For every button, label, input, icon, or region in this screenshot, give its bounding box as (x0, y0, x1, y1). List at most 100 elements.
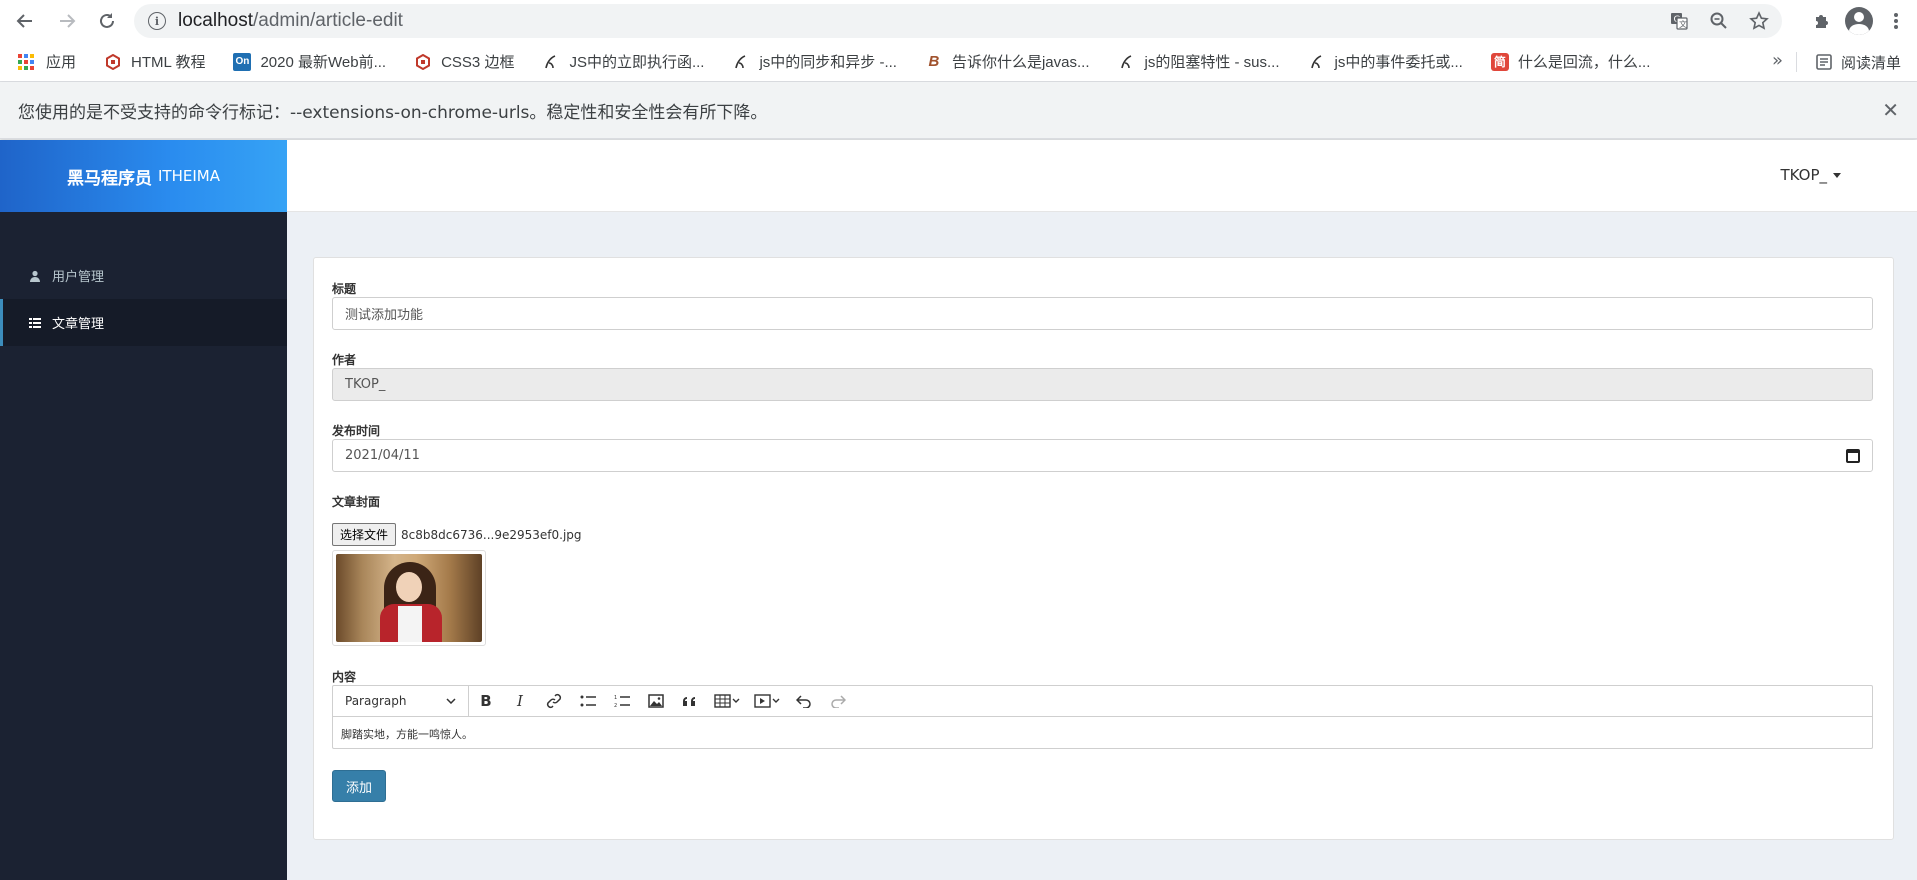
bookmark-item[interactable]: On 2020 最新Web前... (233, 51, 386, 72)
bookmark-item[interactable]: js中的同步和异步 -... (732, 51, 897, 72)
bookmarks-more-button[interactable]: » (1772, 50, 1783, 71)
reading-list-icon (1816, 54, 1832, 70)
add-button[interactable]: 添加 (332, 770, 386, 802)
paragraph-format-select[interactable]: Paragraph (333, 685, 469, 717)
jian-icon: 简 (1490, 52, 1509, 71)
url-host: localhost (178, 10, 253, 31)
caret-down-icon (1833, 172, 1841, 178)
sidebar-item-label: 用户管理 (52, 270, 105, 285)
svg-text:2: 2 (614, 703, 617, 708)
bookmark-item[interactable]: js中的事件委托或... (1308, 51, 1463, 72)
content-label: 内容 (332, 670, 357, 684)
address-bar[interactable]: i localhost/admin/article-edit G文 (134, 4, 1782, 38)
bulleted-list-icon[interactable] (571, 686, 605, 717)
runoob-icon (414, 53, 432, 71)
user-icon (28, 269, 42, 283)
logo[interactable]: 黑马程序员 ITHEIMA (0, 140, 287, 212)
editor-text: 脚踏实地，方能一鸣惊人。 (341, 728, 473, 741)
editor-content[interactable]: 脚踏实地，方能一鸣惊人。 (333, 717, 1872, 751)
reload-button[interactable] (92, 6, 122, 36)
rich-text-editor: Paragraph B I 12 脚踏实地，方能一鸣惊人。 (332, 685, 1873, 749)
title-label: 标题 (332, 282, 357, 296)
arrow-left-icon (16, 14, 32, 28)
image-icon[interactable] (639, 686, 673, 717)
cover-image (336, 554, 482, 642)
forward-button[interactable] (52, 6, 82, 36)
bookmark-label: 什么是回流，什么... (1517, 54, 1651, 71)
profile-avatar-icon[interactable] (1845, 7, 1873, 35)
arrow-right-icon (60, 14, 76, 28)
chevron-down-icon (446, 698, 456, 704)
cover-file-input: 选择文件 8c8b8dc6736...9e2953ef0.jpg (332, 523, 582, 546)
cover-label: 文章封面 (332, 495, 381, 509)
table-icon[interactable] (707, 686, 747, 717)
paragraph-format-value: Paragraph (345, 694, 407, 708)
date-input[interactable]: 2021/04/11 (332, 439, 1873, 472)
pen-icon (1308, 53, 1326, 71)
image-detail (398, 606, 422, 642)
infobar-close-icon[interactable]: ✕ (1882, 98, 1899, 122)
link-icon[interactable] (537, 686, 571, 717)
zoom-icon[interactable] (1706, 8, 1732, 34)
top-navbar: TKOP_ (287, 140, 1917, 212)
author-input: TKOP_ (332, 368, 1873, 401)
translate-icon[interactable]: G文 (1666, 8, 1692, 34)
sidebar: 黑马程序员 ITHEIMA 用户管理 文章管理 (0, 140, 287, 880)
blockquote-icon[interactable] (673, 686, 707, 717)
bookmark-item[interactable]: JS中的立即执行函... (542, 51, 704, 72)
author-label: 作者 (332, 353, 357, 367)
bookmarks-bar: 应用 HTML 教程 On 2020 最新Web前... CSS3 边框 JS中… (0, 42, 1917, 82)
bookmark-item[interactable]: HTML 教程 (104, 51, 205, 72)
extensions-icon[interactable] (1809, 8, 1835, 34)
sidebar-item-label: 文章管理 (52, 317, 105, 332)
bookmark-item[interactable]: B 告诉你什么是javas... (925, 51, 1090, 72)
bold-icon[interactable]: B (469, 686, 503, 717)
pen-icon (1118, 53, 1136, 71)
svg-text:文: 文 (1679, 19, 1687, 29)
bookmark-item[interactable]: CSS3 边框 (414, 51, 514, 72)
media-embed-icon[interactable] (747, 686, 787, 717)
date-label: 发布时间 (332, 424, 381, 438)
title-value: 测试添加功能 (345, 308, 424, 323)
reading-list-button[interactable]: 阅读清单 (1815, 42, 1901, 82)
image-detail (396, 572, 422, 602)
user-name: TKOP_ (1780, 166, 1827, 184)
sidebar-menu: 用户管理 文章管理 (0, 252, 287, 346)
numbered-list-icon[interactable]: 12 (605, 686, 639, 717)
file-name: 8c8b8dc6736...9e2953ef0.jpg (401, 527, 582, 542)
bookmark-label: js的阻塞特性 - sus... (1144, 54, 1280, 71)
redo-icon[interactable] (821, 686, 855, 717)
on-icon: On (233, 52, 252, 71)
sidebar-item-users[interactable]: 用户管理 (0, 252, 287, 299)
url-text[interactable]: localhost/admin/article-edit (178, 10, 403, 32)
italic-icon[interactable]: I (503, 686, 537, 717)
reading-list-label: 阅读清单 (1840, 53, 1901, 72)
site-info-icon[interactable]: i (148, 12, 166, 30)
cover-thumbnail (332, 550, 486, 646)
kebab-menu-icon[interactable] (1883, 8, 1909, 34)
choose-file-button[interactable]: 选择文件 (332, 523, 397, 546)
bookmark-item[interactable]: 简 什么是回流，什么... (1490, 51, 1651, 72)
bookmark-item[interactable]: js的阻塞特性 - sus... (1118, 51, 1280, 72)
title-input[interactable]: 测试添加功能 (332, 297, 1873, 330)
calendar-icon[interactable] (1846, 449, 1860, 463)
editor-toolbar: Paragraph B I 12 (333, 685, 1872, 717)
admin-app: 黑马程序员 ITHEIMA 用户管理 文章管理 TKOP_ 标题 测试添加功能 … (0, 140, 1917, 880)
star-icon[interactable] (1746, 8, 1772, 34)
bookmark-label: CSS3 边框 (441, 54, 515, 71)
warning-infobar: 您使用的是不受支持的命令行标记：--extensions-on-chrome-u… (0, 82, 1917, 139)
bookmark-apps[interactable]: 应用 (18, 51, 76, 72)
reload-icon (100, 13, 114, 28)
bookmark-label: js中的同步和异步 -... (759, 54, 897, 71)
date-value: 2021/04/11 (345, 448, 420, 463)
runoob-icon (104, 53, 122, 71)
brand-sub: ITHEIMA (158, 167, 220, 185)
pen-icon (542, 53, 560, 71)
svg-text:1: 1 (614, 695, 617, 701)
browser-toolbar: i localhost/admin/article-edit G文 (0, 0, 1917, 42)
back-button[interactable] (10, 6, 40, 36)
article-form-card: 标题 测试添加功能 作者 TKOP_ 发布时间 2021/04/11 文章封面 … (313, 257, 1894, 840)
sidebar-item-articles[interactable]: 文章管理 (0, 299, 287, 346)
undo-icon[interactable] (787, 686, 821, 717)
user-dropdown[interactable]: TKOP_ (1780, 166, 1841, 184)
